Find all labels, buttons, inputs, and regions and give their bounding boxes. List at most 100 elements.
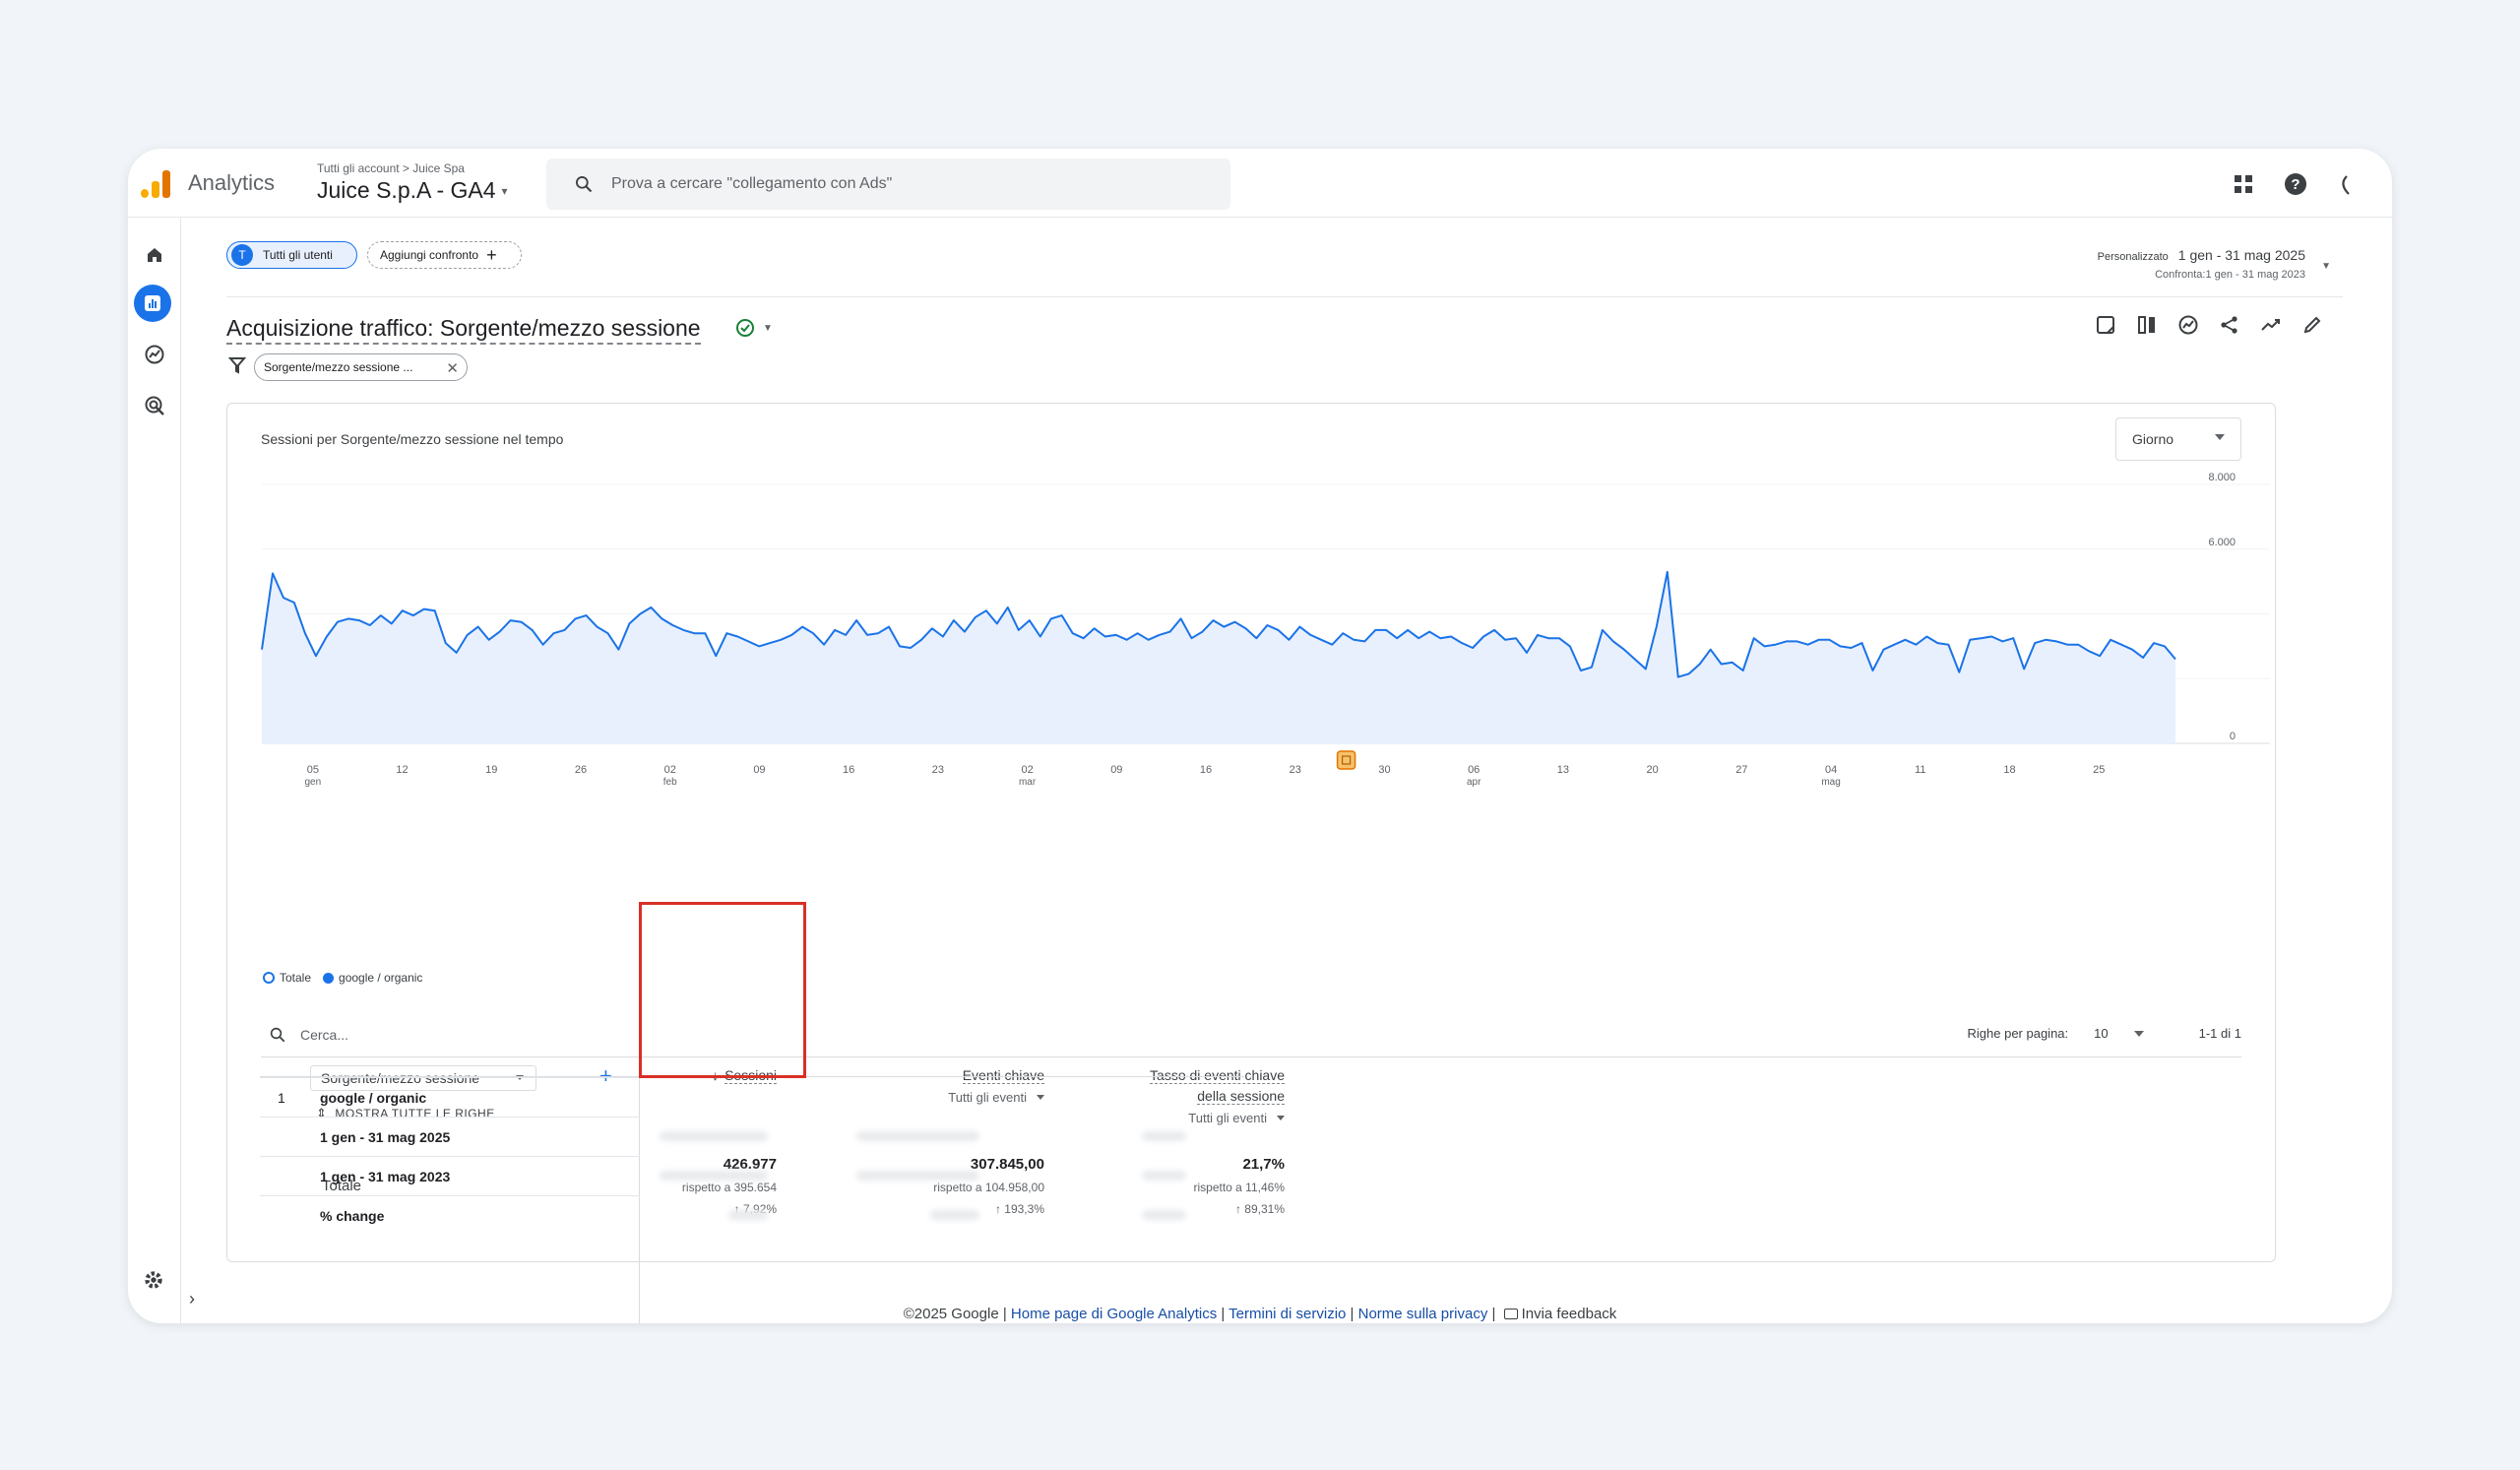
help-icon[interactable]: ?	[2284, 172, 2307, 196]
sessions-highlight-box	[639, 902, 806, 1078]
column-sub: Tutti gli eventi	[948, 1090, 1027, 1105]
x-tick-label: 02	[1021, 764, 1033, 776]
add-comparison-button[interactable]: Aggiungi confronto +	[367, 241, 522, 269]
settings-icon[interactable]	[141, 1267, 166, 1298]
add-comparison-label: Aggiungi confronto	[380, 248, 479, 262]
total-reference: rispetto a 104.958,00	[933, 1181, 1044, 1194]
date-range-picker[interactable]: Personalizzato 1 gen - 31 mag 2025 Confro…	[2098, 247, 2305, 281]
account-breadcrumb[interactable]: Tutti gli account > Juice Spa	[317, 161, 465, 175]
left-nav-rail	[128, 218, 181, 1323]
x-tick-month-label: gen	[304, 777, 321, 788]
insights-icon[interactable]	[2177, 314, 2199, 336]
reports-icon[interactable]	[134, 285, 171, 322]
sessions-line-chart[interactable]: 8.0006.000005gen12 19 26 02feb09 16 23 02mar09…	[227, 404, 2277, 955]
chevron-down-icon	[1277, 1116, 1285, 1120]
x-tick-label: 11	[1915, 764, 1925, 776]
search-placeholder: Prova a cercare "collegamento con Ads"	[611, 175, 893, 192]
close-icon[interactable]: ✕	[446, 359, 459, 377]
x-tick-month-label: feb	[663, 777, 677, 788]
x-tick-label: 13	[1557, 764, 1569, 776]
feedback-link[interactable]: Invia feedback	[1522, 1306, 1617, 1322]
x-tick-label: 04	[1825, 764, 1837, 776]
share-icon[interactable]	[2219, 314, 2240, 336]
column-header-key-events[interactable]: Eventi chiave Tutti gli eventi	[848, 1067, 1044, 1105]
total-reference: rispetto a 395.654	[681, 1181, 777, 1194]
apps-grid-icon[interactable]	[2233, 173, 2254, 195]
x-tick-label: 27	[1735, 764, 1747, 776]
trend-icon[interactable]	[2260, 314, 2282, 336]
segment-chip-all-users[interactable]: T Tutti gli utenti	[226, 241, 357, 269]
brand-name: Analytics	[188, 170, 276, 195]
legend-item-total[interactable]: Totale	[263, 971, 311, 985]
footer-copyright: ©2025 Google |	[903, 1306, 1007, 1322]
x-tick-label: 30	[1378, 764, 1390, 776]
home-icon[interactable]	[141, 241, 168, 269]
search-icon	[270, 1027, 285, 1042]
obscured-value	[1142, 1171, 1186, 1181]
table-row[interactable]: 1 google / organic	[260, 1077, 640, 1117]
table-row[interactable]: % change	[260, 1195, 640, 1235]
rows-per-page-value: 10	[2094, 1026, 2109, 1041]
legend-marker	[263, 972, 275, 984]
account-icon[interactable]	[2337, 172, 2353, 196]
advertising-icon[interactable]	[141, 392, 168, 419]
legend-item-google-organic[interactable]: google / organic	[323, 971, 422, 985]
customize-report-icon[interactable]	[2095, 314, 2116, 336]
obscured-value	[660, 1131, 768, 1141]
dimension-filter-chip[interactable]: Sorgente/mezzo sessione ... ✕	[254, 353, 468, 381]
table-search[interactable]: Cerca... Righe per pagina: 10 1-1 di 1	[261, 1012, 2241, 1057]
x-tick-label: 05	[307, 764, 319, 776]
y-tick-label: 6.000	[2208, 537, 2236, 548]
obscured-value	[1142, 1210, 1186, 1220]
event-filter-select[interactable]: Tutti gli eventi	[1044, 1111, 1285, 1125]
table-row[interactable]: 1 gen - 31 mag 2023	[260, 1156, 640, 1195]
x-tick-label: 23	[1290, 764, 1301, 776]
x-tick-label: 23	[932, 764, 944, 776]
footer-link-home[interactable]: Home page di Google Analytics	[1011, 1306, 1217, 1322]
chevron-down-icon[interactable]: ▼	[2321, 261, 2331, 272]
x-tick-label: 20	[1647, 764, 1659, 776]
obscured-value	[728, 1210, 768, 1220]
x-tick-month-label: mar	[1019, 777, 1037, 788]
page-title[interactable]: Acquisizione traffico: Sorgente/mezzo se…	[226, 315, 701, 345]
segment-label: Tutti gli utenti	[263, 248, 333, 262]
svg-text:?: ?	[2291, 176, 2300, 193]
search-box[interactable]: Prova a cercare "collegamento con Ads"	[546, 159, 1230, 210]
row-index: 1	[278, 1089, 285, 1106]
x-tick-label: 09	[1110, 764, 1122, 776]
x-tick-label: 02	[664, 764, 676, 776]
x-tick-label: 19	[485, 764, 497, 776]
x-tick-label: 16	[843, 764, 854, 776]
footer-link-terms[interactable]: Termini di servizio	[1228, 1306, 1346, 1322]
search-icon	[576, 176, 593, 193]
footer-link-privacy[interactable]: Norme sulla privacy	[1358, 1306, 1488, 1322]
top-icons: ?	[2233, 172, 2353, 196]
edit-pencil-icon[interactable]	[2301, 314, 2323, 336]
analytics-logo-icon[interactable]	[139, 170, 172, 198]
chart-legend: Totale google / organic	[263, 971, 422, 985]
event-filter-select[interactable]: Tutti gli eventi	[848, 1090, 1044, 1105]
rows-per-page-select[interactable]: 10	[2094, 1026, 2144, 1041]
footer: ©2025 Google | Home page di Google Analy…	[903, 1306, 1617, 1322]
property-selector[interactable]: Juice S.p.A - GA4 ▾	[317, 177, 508, 204]
obscured-value	[856, 1171, 979, 1181]
analytics-app: Analytics Tutti gli account > Juice Spa …	[128, 149, 2392, 1323]
chevron-down-icon: ▾	[501, 183, 508, 198]
table-search-placeholder: Cerca...	[300, 1026, 349, 1043]
compare-range: Confronta:1 gen - 31 mag 2023	[2155, 269, 2305, 281]
total-reference: rispetto a 11,46%	[1193, 1181, 1285, 1194]
filter-icon[interactable]	[228, 356, 246, 374]
legend-label: google / organic	[339, 971, 423, 985]
annotation-icon	[1336, 750, 1356, 770]
obscured-value	[930, 1210, 979, 1220]
date-range: 1 gen - 31 mag 2025	[2177, 247, 2305, 263]
compare-icon[interactable]	[2136, 314, 2158, 336]
table-row[interactable]: 1 gen - 31 mag 2025	[260, 1117, 640, 1156]
column-name-line-2: della sessione	[1197, 1088, 1285, 1105]
x-tick-month-label: apr	[1467, 777, 1481, 788]
legend-label: Totale	[280, 971, 312, 985]
report-status[interactable]: ▼	[735, 318, 773, 338]
explore-icon[interactable]	[141, 341, 168, 368]
row-label: % change	[320, 1207, 385, 1224]
divider	[226, 296, 2343, 297]
